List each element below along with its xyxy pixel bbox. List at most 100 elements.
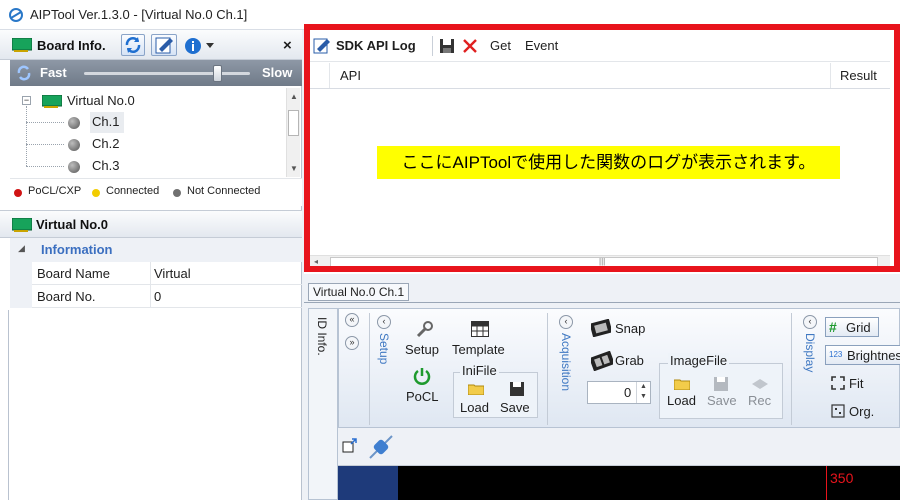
tree-item-ch1[interactable]: Ch.1: [92, 114, 119, 129]
imagefile-load-button[interactable]: Load: [667, 393, 696, 408]
ruler-value: 350: [830, 470, 854, 486]
collapse-triangle-icon[interactable]: ◢: [18, 243, 25, 254]
scroll-down-icon[interactable]: ▼: [290, 164, 298, 173]
log-button[interactable]: [151, 34, 177, 56]
property-row[interactable]: Board Name Virtual: [10, 262, 302, 285]
speed-bar: Fast Slow: [10, 60, 302, 86]
document-tab[interactable]: Virtual No.0 Ch.1: [308, 283, 410, 301]
viewer-corner: [338, 466, 398, 500]
fit-icon: [831, 376, 845, 390]
notepad-pen-icon: [313, 38, 330, 54]
speed-slow-label: Slow: [262, 65, 293, 80]
image-viewer[interactable]: 350: [338, 466, 900, 500]
tree-item-ch3[interactable]: Ch.3: [92, 158, 119, 173]
template-button[interactable]: Template: [452, 342, 505, 357]
column-api[interactable]: API: [340, 68, 361, 83]
property-row[interactable]: Board No. 0: [10, 285, 302, 308]
tree-item-virtual-no0[interactable]: Virtual No.0: [67, 93, 135, 108]
wrench-icon: [416, 321, 433, 338]
aiptool-app-icon: [9, 8, 23, 22]
log-placeholder-message: ここにAIPToolで使用した関数のログが表示されます。: [377, 146, 840, 179]
info-icon[interactable]: [184, 37, 202, 55]
property-name: Board Name: [37, 266, 110, 281]
inifile-save-button[interactable]: Save: [500, 400, 530, 415]
property-header: Virtual No.0: [0, 210, 302, 238]
save-icon[interactable]: [439, 38, 455, 54]
scroll-thumb[interactable]: [288, 110, 299, 136]
frame-count-stepper[interactable]: 0 ▲ ▼: [587, 381, 651, 404]
column-result[interactable]: Result: [840, 68, 877, 83]
ribbon: « » ‹ Setup Setup Template PoCL IniFile …: [338, 308, 900, 428]
get-button[interactable]: Get: [490, 38, 511, 53]
record-icon: [752, 379, 768, 389]
inifile-group: IniFile Load Save: [453, 363, 538, 418]
speed-slider-track[interactable]: [84, 72, 250, 75]
legend-pocl-label: PoCL/CXP: [28, 185, 82, 197]
property-section[interactable]: ◢ Information: [10, 238, 302, 262]
brightness-icon: 123: [829, 350, 843, 359]
scroll-left-icon[interactable]: ◂: [314, 257, 318, 266]
tree-expander[interactable]: −: [22, 96, 31, 105]
imagefile-rec-button[interactable]: Rec: [748, 393, 771, 408]
connect-plug-icon[interactable]: [366, 432, 396, 462]
side-tab-label: ID Info.: [315, 317, 329, 356]
scroll-up-icon[interactable]: ▲: [290, 92, 298, 101]
property-value: 0: [154, 289, 162, 304]
status-dot-not-connected: [68, 161, 80, 173]
status-dot-not-connected: [68, 139, 80, 151]
grab-button[interactable]: Grab: [615, 353, 644, 368]
inifile-load-button[interactable]: Load: [460, 400, 489, 415]
save-icon: [714, 377, 728, 391]
folder-icon: [674, 379, 690, 390]
table-icon: [471, 321, 489, 337]
property-title: Virtual No.0: [36, 217, 109, 232]
event-button[interactable]: Event: [525, 38, 558, 53]
side-tab[interactable]: ID Info.: [308, 308, 338, 500]
log-hscrollbar[interactable]: ◂ |||: [310, 255, 890, 268]
refresh-button[interactable]: [121, 34, 145, 56]
brightness-button[interactable]: 123 Brightnes: [825, 345, 900, 365]
imagefile-label: ImageFile: [668, 353, 730, 368]
expand-down-icon[interactable]: »: [345, 336, 359, 350]
status-dot-not-connected: [68, 117, 80, 129]
grid-icon: #: [829, 319, 837, 335]
tree-item-ch2[interactable]: Ch.2: [92, 136, 119, 151]
legend-connected-dot: [92, 189, 100, 197]
board-icon: [42, 95, 62, 108]
tree-scrollbar[interactable]: ▲ ▼: [286, 88, 300, 177]
setup-collapse-icon[interactable]: ‹: [377, 315, 391, 329]
scroll-thumb[interactable]: |||: [330, 257, 878, 267]
frame-count-value: 0: [624, 385, 632, 400]
status-legend: PoCL/CXP Connected Not Connected: [10, 178, 302, 206]
pocl-button[interactable]: PoCL: [406, 389, 439, 404]
imagefile-save-button[interactable]: Save: [707, 393, 737, 408]
legend-connected-label: Connected: [106, 185, 160, 197]
collapse-up-icon[interactable]: «: [345, 313, 359, 327]
close-pane-button[interactable]: ×: [283, 37, 292, 54]
board-icon: [12, 218, 32, 232]
property-name: Board No.: [37, 289, 96, 304]
stepper-arrows-icon[interactable]: ▲ ▼: [636, 382, 650, 403]
zoom-window-icon[interactable]: [342, 438, 358, 454]
ruler-tick: [826, 466, 827, 500]
window-title: AIPTool Ver.1.3.0 - [Virtual No.0 Ch.1]: [30, 7, 248, 22]
legend-pocl-dot: [14, 189, 22, 197]
legend-not-connected-label: Not Connected: [187, 185, 261, 197]
title-bar: AIPTool Ver.1.3.0 - [Virtual No.0 Ch.1]: [0, 0, 900, 30]
original-size-icon: [831, 404, 845, 418]
speed-slider-thumb[interactable]: [212, 65, 222, 82]
display-collapse-icon[interactable]: ‹: [803, 315, 817, 329]
snap-button[interactable]: Snap: [615, 321, 645, 336]
acquisition-collapse-icon[interactable]: ‹: [559, 315, 573, 329]
clear-icon[interactable]: [463, 39, 477, 53]
board-icon: [12, 38, 32, 52]
chevron-down-icon[interactable]: [206, 43, 214, 49]
grid-toggle[interactable]: # Grid: [825, 317, 879, 337]
board-info-header: Board Info. ×: [0, 30, 302, 60]
board-info-panel: Board Info. × Fast Slow − Virtual No.0 C…: [0, 30, 302, 500]
speed-fast-label: Fast: [40, 65, 67, 80]
org-button[interactable]: Org.: [849, 404, 874, 419]
setup-button[interactable]: Setup: [405, 342, 439, 357]
fit-button[interactable]: Fit: [849, 376, 863, 391]
board-tree: − Virtual No.0 Ch.1 Ch.2 Ch.3 ▲ ▼: [10, 88, 300, 177]
